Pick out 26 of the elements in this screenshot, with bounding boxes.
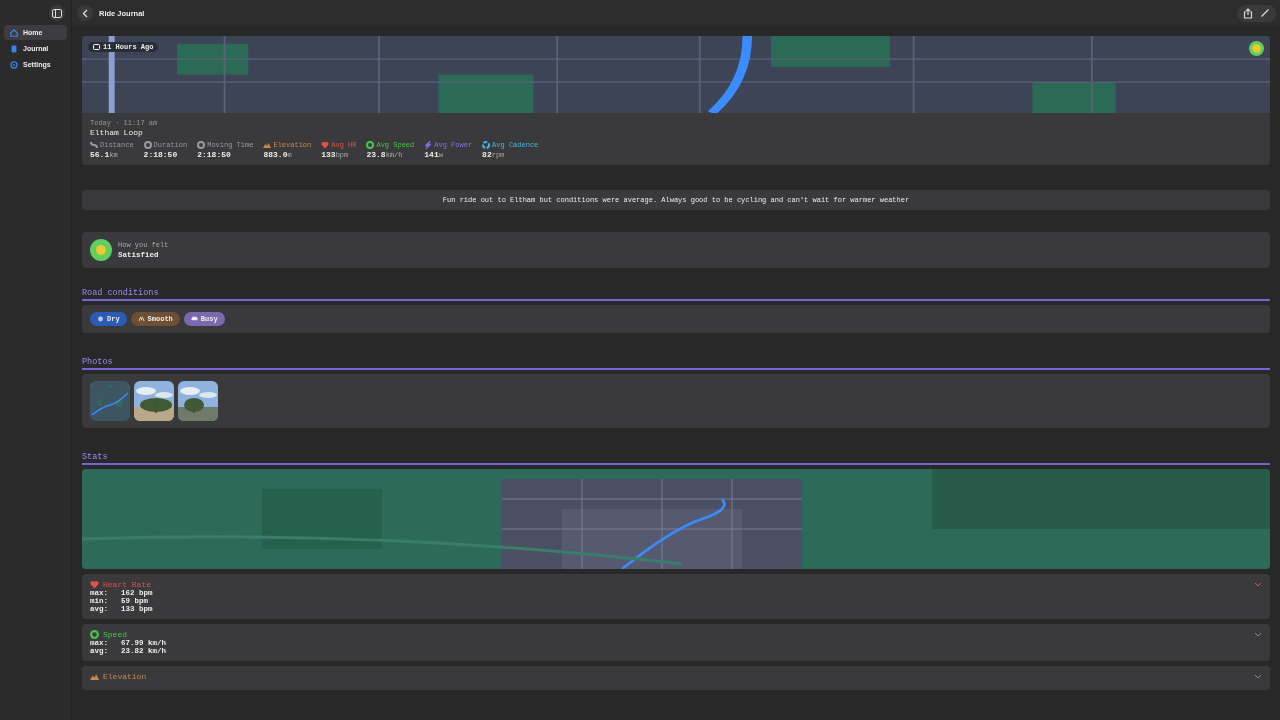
chevron-icon[interactable]: [1254, 632, 1262, 637]
section-title: Road conditions: [82, 288, 1270, 301]
chevron-icon[interactable]: [1254, 582, 1262, 587]
sidebar-icon: [52, 8, 62, 18]
ride-name: Eltham Loop: [90, 128, 144, 137]
stat-title: Heart Rate: [90, 580, 151, 589]
section-title: Photos: [82, 357, 1270, 370]
sidebar-toggle-button[interactable]: [49, 5, 65, 21]
mood-icon: [1249, 41, 1264, 56]
stat-title: Elevation: [90, 672, 147, 681]
metric-value: 2:18:50: [143, 150, 179, 159]
metric-value: 2:18:50: [197, 150, 232, 159]
settings-icon: [10, 60, 18, 69]
edit-icon[interactable]: [1260, 8, 1270, 18]
photo-icon: [93, 44, 100, 50]
section-title: Stats: [82, 452, 1270, 465]
chevron-icon[interactable]: [1254, 674, 1262, 679]
home-icon: [10, 28, 18, 37]
book-icon: [10, 44, 18, 53]
share-icon[interactable]: [1243, 7, 1253, 19]
back-button[interactable]: [77, 5, 93, 21]
stat-title: Speed: [90, 630, 127, 639]
road-icon: [137, 316, 145, 322]
sun-icon: [97, 316, 104, 322]
chevron-left-icon: [82, 8, 88, 18]
mood-icon: [90, 239, 112, 261]
